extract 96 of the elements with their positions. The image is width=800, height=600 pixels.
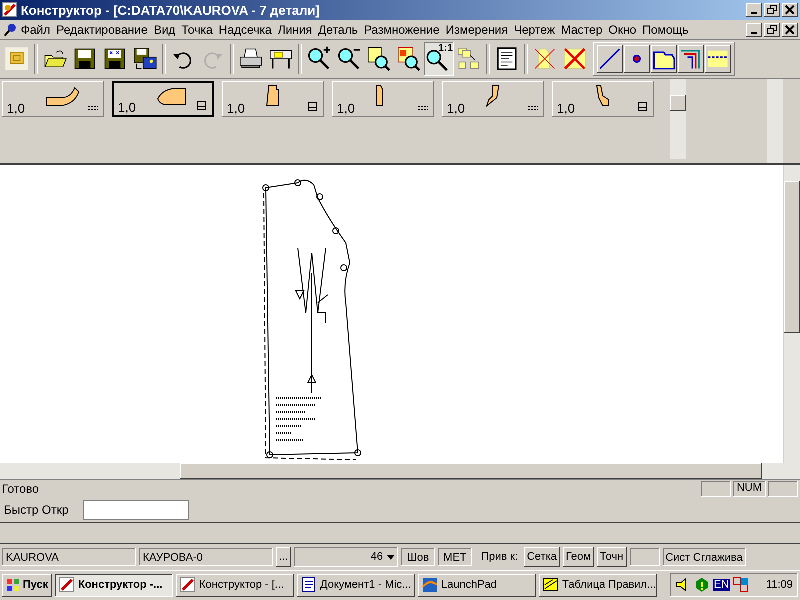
menu-item[interactable]: Деталь [315, 22, 362, 36]
magnifier-map-icon [396, 46, 422, 72]
close-icon [784, 24, 796, 36]
language-indicator[interactable]: EN [713, 579, 730, 591]
taskbar-button[interactable]: Конструктор -... [55, 574, 174, 596]
windows-flag-icon [6, 578, 20, 592]
floppy-picture-icon [132, 46, 158, 72]
piece-thumbnail[interactable]: 1,0 [112, 81, 214, 117]
grid-mark-icon [197, 101, 207, 111]
line-icon [597, 46, 623, 72]
status-indicator [768, 481, 798, 497]
restore-button[interactable] [764, 3, 780, 17]
network-icon [733, 577, 750, 593]
piece-scale: 1,0 [118, 100, 136, 115]
piece-scale: 1,0 [7, 101, 26, 116]
file-field[interactable]: KAUROVA [2, 548, 136, 566]
restore-button[interactable] [764, 22, 780, 36]
line-button[interactable] [597, 45, 623, 73]
menu-item[interactable]: Измерения [442, 22, 512, 36]
window-title: Конструктор - [C:DATA70\KAUROVA - 7 детали] [21, 2, 320, 18]
point-button[interactable] [624, 45, 650, 73]
app-icon [2, 2, 18, 18]
logo-icon [4, 46, 30, 72]
browse-button[interactable]: ... [276, 547, 292, 567]
floppy-icon [72, 46, 98, 72]
status-indicator: NUM [732, 481, 766, 497]
crossed-pieces-icon [562, 46, 588, 72]
close-icon [784, 4, 796, 16]
menu-item[interactable]: Размножение [361, 22, 443, 36]
floppy-icon [102, 46, 128, 72]
app-icon [59, 577, 76, 593]
taskbar-button[interactable]: LaunchPad [418, 574, 536, 596]
model-field[interactable]: КАУРОВА-0 [139, 548, 273, 566]
document-icon [301, 577, 318, 593]
menu-item[interactable]: Вид [150, 22, 179, 36]
table-icon [543, 577, 560, 593]
start-button[interactable]: Пуск [2, 574, 52, 596]
snap-label: Прив к: [481, 551, 518, 563]
minimize-button[interactable] [746, 3, 762, 17]
smoothing-field: Сист Сглажива [662, 548, 746, 566]
menu-item[interactable]: Надсечка [216, 22, 275, 36]
menu-item[interactable]: Мастер [558, 22, 606, 36]
menu-item[interactable]: Файл [18, 22, 54, 36]
minimize-icon [751, 32, 757, 34]
clock: 11:09 [766, 579, 793, 591]
status-text: Готово [2, 482, 40, 496]
piece-outline-button[interactable] [651, 45, 677, 73]
restore-icon [766, 4, 778, 16]
pieces-arrange-icon [456, 46, 482, 72]
quick-open-label: Быстр Откр [4, 503, 69, 517]
launchpad-icon [422, 577, 438, 593]
taskbar-button[interactable]: Таблица Правил... [539, 574, 658, 596]
quick-open-field[interactable] [82, 500, 189, 520]
taskbar-button[interactable]: Конструктор - [... [176, 574, 294, 596]
app-icon [180, 577, 196, 593]
hem-button[interactable] [705, 45, 731, 73]
piece-thumbnail[interactable]: 1,0 [442, 81, 544, 117]
magnifier-minus-icon [336, 46, 362, 72]
menu-item[interactable]: Редактирование [54, 22, 151, 36]
piece-scale: 1,0 [227, 101, 246, 116]
close-button[interactable] [782, 3, 798, 17]
magnifier-button[interactable]: 1:1 [424, 42, 454, 76]
menu-item[interactable]: Чертеж [511, 22, 558, 36]
piece-scale: 1,0 [447, 101, 466, 116]
menu-item[interactable]: Помощь [640, 22, 692, 36]
scroll-bar[interactable] [0, 463, 800, 480]
close-button[interactable] [782, 22, 798, 36]
menu-item[interactable]: Линия [274, 22, 316, 36]
piece-thumbnail[interactable]: 1,0 [552, 81, 654, 117]
snap-button[interactable]: Точн [597, 547, 627, 567]
empty-field [630, 548, 660, 566]
snap-button[interactable]: Геом [563, 547, 594, 567]
crossed-piece-icon [532, 46, 558, 72]
grid-mark-icon [308, 102, 318, 112]
piece-thumbnail[interactable]: 1,0 [222, 81, 324, 117]
snap-button[interactable]: Сетка [524, 547, 560, 567]
units-field: МЕТ [438, 548, 472, 566]
minimize-button[interactable] [746, 22, 762, 36]
piece-scale: 1,0 [557, 101, 576, 116]
menu-item[interactable]: Окно [606, 22, 640, 36]
piece-scale: 1,0 [337, 101, 356, 116]
seam-lines-button[interactable] [678, 45, 704, 73]
piece-thumbnail[interactable]: 1,0 [332, 81, 434, 117]
restore-icon [766, 24, 778, 36]
pin-icon [2, 22, 18, 38]
size-dropdown[interactable]: 46 [294, 547, 398, 567]
piece-thumbnail[interactable]: 1,0 [2, 81, 104, 117]
seam-field: Шов [401, 548, 436, 566]
grid-mark-icon [638, 102, 648, 112]
menu-item[interactable]: Точка [178, 22, 216, 36]
minimize-icon [751, 12, 757, 14]
taskbar-button[interactable]: Документ1 - Mic... [297, 574, 416, 596]
magnifier-plus-icon [306, 46, 332, 72]
shield-warning-icon [694, 577, 710, 593]
status-indicator [700, 481, 731, 497]
magnifier-page-icon [366, 46, 392, 72]
